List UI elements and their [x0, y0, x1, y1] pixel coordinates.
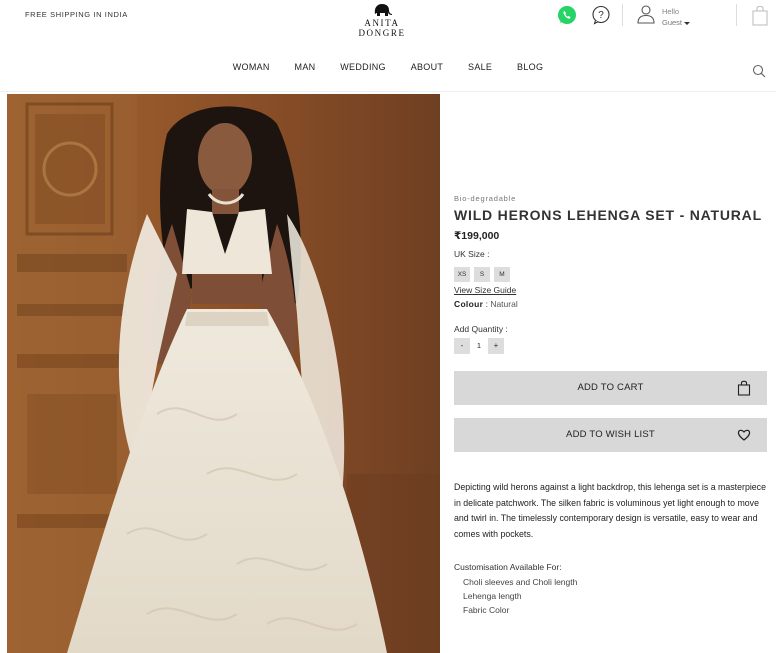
elephant-logo-icon: [374, 4, 392, 16]
nav-item-sale[interactable]: SALE: [468, 62, 492, 72]
guest-label: Guest: [662, 18, 683, 27]
size-option-xs[interactable]: XS: [454, 267, 470, 282]
add-to-cart-button[interactable]: ADD TO CART: [454, 371, 767, 405]
add-to-cart-label: ADD TO CART: [577, 382, 644, 393]
brand-logo[interactable]: ANITA DONGRE: [341, 2, 423, 38]
hello-label: Hello: [662, 7, 680, 16]
whatsapp-icon[interactable]: [557, 5, 577, 25]
quantity-increment-button[interactable]: +: [488, 338, 504, 354]
size-option-s[interactable]: S: [474, 267, 490, 282]
nav-divider: [0, 91, 776, 92]
colour-separator: :: [485, 299, 488, 309]
heart-icon: [737, 429, 751, 441]
product-description: Depicting wild herons against a light ba…: [454, 482, 766, 539]
colour-row: Colour : Natural: [454, 299, 768, 309]
product-image[interactable]: [7, 94, 440, 653]
user-icon[interactable]: [636, 4, 656, 24]
product-details: Bio-degradable WILD HERONS LEHENGA SET -…: [454, 194, 768, 617]
customisation-list: Choli sleeves and Choli length Lehenga l…: [454, 575, 768, 617]
size-label: UK Size :: [454, 249, 490, 259]
bag-icon: [737, 380, 751, 396]
svg-text:?: ?: [598, 10, 604, 21]
size-option-m[interactable]: M: [494, 267, 510, 282]
nav-item-wedding[interactable]: WEDDING: [340, 62, 386, 72]
colour-label: Colour: [454, 299, 484, 309]
bag-icon[interactable]: [751, 4, 769, 26]
nav-item-blog[interactable]: BLOG: [517, 62, 543, 72]
quantity-label: Add Quantity :: [454, 324, 508, 334]
header-divider: [736, 4, 737, 26]
shipping-banner: FREE SHIPPING IN INDIA: [25, 10, 128, 19]
size-guide-link[interactable]: View Size Guide: [454, 285, 768, 295]
list-item: Choli sleeves and Choli length: [463, 577, 578, 587]
nav-item-woman[interactable]: WOMAN: [233, 62, 270, 72]
chevron-down-icon: [684, 21, 691, 25]
product-photo-illustration: [7, 94, 440, 653]
brand-name: ANITA DONGRE: [358, 18, 406, 38]
nav-item-about[interactable]: ABOUT: [411, 62, 444, 72]
product-price: ₹199,000: [454, 230, 500, 242]
product-title: WILD HERONS LEHENGA SET - NATURAL: [454, 207, 762, 223]
add-to-wishlist-label: ADD TO WISH LIST: [566, 429, 655, 440]
list-item: Fabric Color: [463, 605, 510, 615]
add-to-wishlist-button[interactable]: ADD TO WISH LIST: [454, 418, 767, 452]
customisation-label: Customisation Available For:: [454, 562, 562, 572]
size-selector: XS S M: [454, 263, 768, 282]
quantity-stepper: -1 +: [454, 338, 768, 354]
list-item: Lehenga length: [463, 591, 522, 601]
quantity-value[interactable]: 1: [470, 338, 488, 354]
quantity-decrement-button[interactable]: -: [454, 338, 470, 354]
colour-value: Natural: [490, 299, 518, 309]
account-menu[interactable]: Hello Guest: [662, 6, 691, 28]
nav-item-man[interactable]: MAN: [295, 62, 316, 72]
search-icon[interactable]: [752, 64, 766, 78]
main-nav: WOMAN MAN WEDDING ABOUT SALE BLOG: [0, 62, 776, 72]
help-icon[interactable]: ?: [591, 5, 611, 25]
header-divider: [622, 4, 623, 26]
product-tag: Bio-degradable: [454, 194, 517, 203]
